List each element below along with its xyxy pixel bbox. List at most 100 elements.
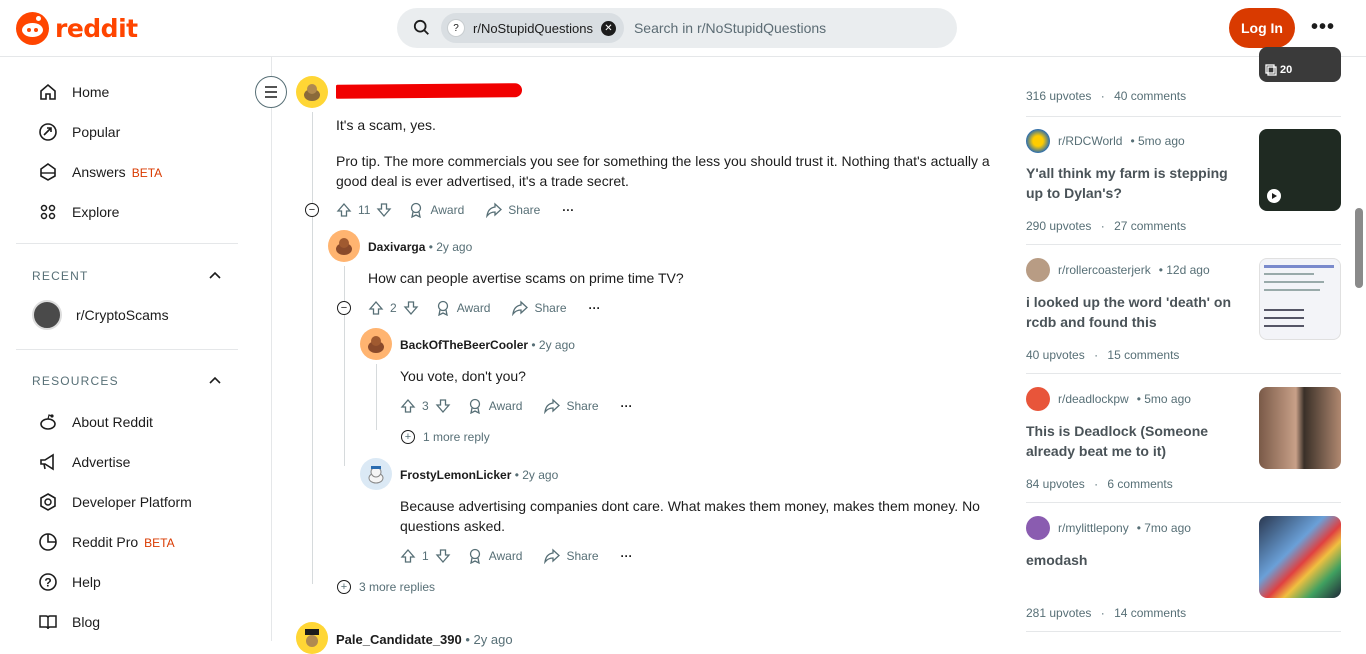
subreddit-name: r/mylittlepony	[1058, 521, 1129, 535]
comment-author: BackOfTheBeerCooler • 2y ago	[400, 338, 575, 352]
share-label: Share	[566, 549, 599, 563]
comment-timestamp: • 2y ago	[514, 468, 559, 482]
comment-count: 14 comments	[1114, 606, 1187, 620]
recent-heading: RECENT	[32, 269, 89, 283]
more-replies-button[interactable]: + 3 more replies	[337, 580, 435, 594]
username-link[interactable]: FrostyLemonLicker	[400, 468, 511, 482]
sidebar-item-answers[interactable]: Answers BETA	[38, 160, 162, 184]
snoo-avatar-icon	[368, 466, 384, 484]
share-button[interactable]: Share	[544, 548, 599, 564]
sidebar-item-developer-platform[interactable]: Developer Platform	[38, 490, 192, 514]
login-button[interactable]: Log In	[1229, 8, 1295, 48]
post-thumbnail[interactable]	[1259, 258, 1341, 340]
post-title[interactable]: This is Deadlock (Someone already beat m…	[1026, 421, 1246, 461]
share-icon	[544, 548, 561, 564]
more-options-icon[interactable]: •••	[1310, 16, 1336, 40]
subreddit-avatar-icon: ?	[447, 19, 465, 37]
award-button[interactable]: Award	[467, 548, 522, 564]
post-title[interactable]: i looked up the word 'death' on rcdb and…	[1026, 292, 1246, 332]
gallery-icon	[1265, 64, 1277, 76]
right-rail: 20 316 upvotes · 40 comments r/RDCWorld …	[1010, 47, 1355, 641]
user-avatar[interactable]	[360, 328, 392, 360]
overflow-menu-icon[interactable]: ···	[621, 549, 633, 563]
downvote-icon[interactable]	[435, 548, 451, 564]
sidebar-item-popular[interactable]: Popular	[38, 120, 120, 144]
award-button[interactable]: Award	[467, 398, 523, 414]
share-button[interactable]: Share	[512, 300, 567, 316]
clear-filter-icon[interactable]: ✕	[600, 20, 616, 36]
more-replies-button[interactable]: + 1 more reply	[401, 430, 490, 444]
username-link[interactable]: Pale_Candidate_390	[336, 632, 462, 647]
post-thumbnail[interactable]: 20	[1259, 47, 1341, 82]
downvote-icon[interactable]	[435, 398, 451, 414]
redacted-username	[336, 83, 522, 99]
post-thumbnail[interactable]	[1259, 387, 1341, 469]
award-button[interactable]: Award	[408, 202, 464, 218]
snoo-avatar-icon	[368, 336, 384, 353]
sidebar-item-reddit-pro[interactable]: Reddit Pro BETA	[38, 530, 175, 554]
username-link[interactable]: BackOfTheBeerCooler	[400, 338, 528, 352]
post-thumbnail[interactable]	[1259, 516, 1341, 598]
post-meta: 84 upvotes · 6 comments	[1026, 477, 1341, 491]
comments-menu-button[interactable]	[255, 76, 287, 108]
downvote-icon[interactable]	[403, 300, 419, 316]
post-title[interactable]: emodash	[1026, 550, 1246, 570]
user-avatar[interactable]	[328, 230, 360, 262]
sidebar-item-explore[interactable]: Explore	[38, 200, 119, 224]
sidebar-item-cryptoscams[interactable]: r/CryptoScams	[32, 300, 169, 330]
thread-line[interactable]	[376, 364, 377, 430]
megaphone-icon	[40, 453, 54, 471]
sidebar-item-label: Reddit Pro BETA	[72, 534, 175, 550]
sidebar-item-blog[interactable]: Blog	[38, 610, 100, 634]
sidebar-item-home[interactable]: Home	[38, 80, 109, 104]
upvote-icon[interactable]	[368, 300, 384, 316]
thread-line[interactable]	[312, 112, 313, 584]
user-avatar[interactable]	[360, 458, 392, 490]
reddit-logo[interactable]: reddit	[16, 12, 138, 45]
upvote-icon[interactable]	[336, 202, 352, 218]
collapse-comment-button[interactable]: −	[337, 301, 351, 315]
collapse-comment-button[interactable]: −	[305, 203, 319, 217]
chip-label: r/NoStupidQuestions	[473, 20, 593, 36]
subreddit-name: r/RDCWorld	[1058, 134, 1123, 148]
sidebar-item-help[interactable]: ? Help	[38, 570, 101, 594]
comment-body: How can people avertise scams on prime t…	[368, 268, 988, 288]
upvote-count: 281 upvotes	[1026, 606, 1092, 620]
svg-text:?: ?	[44, 576, 51, 590]
post-thumbnail[interactable]	[1259, 129, 1341, 211]
sidebar-item-advertise[interactable]: Advertise	[38, 450, 130, 474]
snoo-avatar-icon	[336, 238, 352, 255]
thread-line[interactable]	[344, 266, 345, 466]
page-scrollbar[interactable]	[1355, 208, 1363, 288]
user-avatar[interactable]	[296, 622, 328, 654]
comment-paragraph: You vote, don't you?	[400, 368, 526, 384]
username-link[interactable]: Daxivarga	[368, 240, 425, 254]
share-button[interactable]: Share	[544, 398, 599, 414]
overflow-menu-icon[interactable]: ···	[562, 203, 574, 217]
search-input[interactable]: Search in r/NoStupidQuestions	[634, 20, 826, 36]
community-avatar	[32, 300, 62, 330]
subreddit-filter-chip[interactable]: ? r/NoStupidQuestions ✕	[441, 13, 624, 43]
vote-group: 1	[400, 548, 451, 564]
book-icon	[39, 615, 57, 630]
recent-section-header[interactable]: RECENT	[32, 269, 222, 283]
overflow-menu-icon[interactable]: ···	[589, 301, 601, 315]
downvote-icon[interactable]	[376, 202, 392, 218]
sidebar-item-label: Popular	[72, 124, 121, 140]
award-button[interactable]: Award	[435, 300, 490, 316]
explore-icon	[40, 204, 56, 220]
upvote-icon[interactable]	[400, 398, 416, 414]
share-button[interactable]: Share	[486, 202, 540, 218]
overflow-menu-icon[interactable]: ···	[621, 399, 633, 413]
sidebar-item-about-reddit[interactable]: About Reddit	[38, 410, 153, 434]
post-title[interactable]: Y'all think my farm is stepping up to Dy…	[1026, 163, 1246, 203]
search-bar[interactable]: ? r/NoStupidQuestions ✕ Search in r/NoSt…	[397, 8, 957, 48]
resources-section-header[interactable]: RESOURCES	[32, 374, 222, 388]
sidebar-item-label: Blog	[72, 614, 101, 630]
award-label: Award	[488, 399, 523, 413]
upvote-icon[interactable]	[400, 548, 416, 564]
pie-chart-icon	[39, 533, 57, 551]
comment-timestamp: • 2y ago	[531, 338, 575, 352]
user-avatar[interactable]	[296, 76, 328, 108]
award-icon	[469, 548, 480, 564]
